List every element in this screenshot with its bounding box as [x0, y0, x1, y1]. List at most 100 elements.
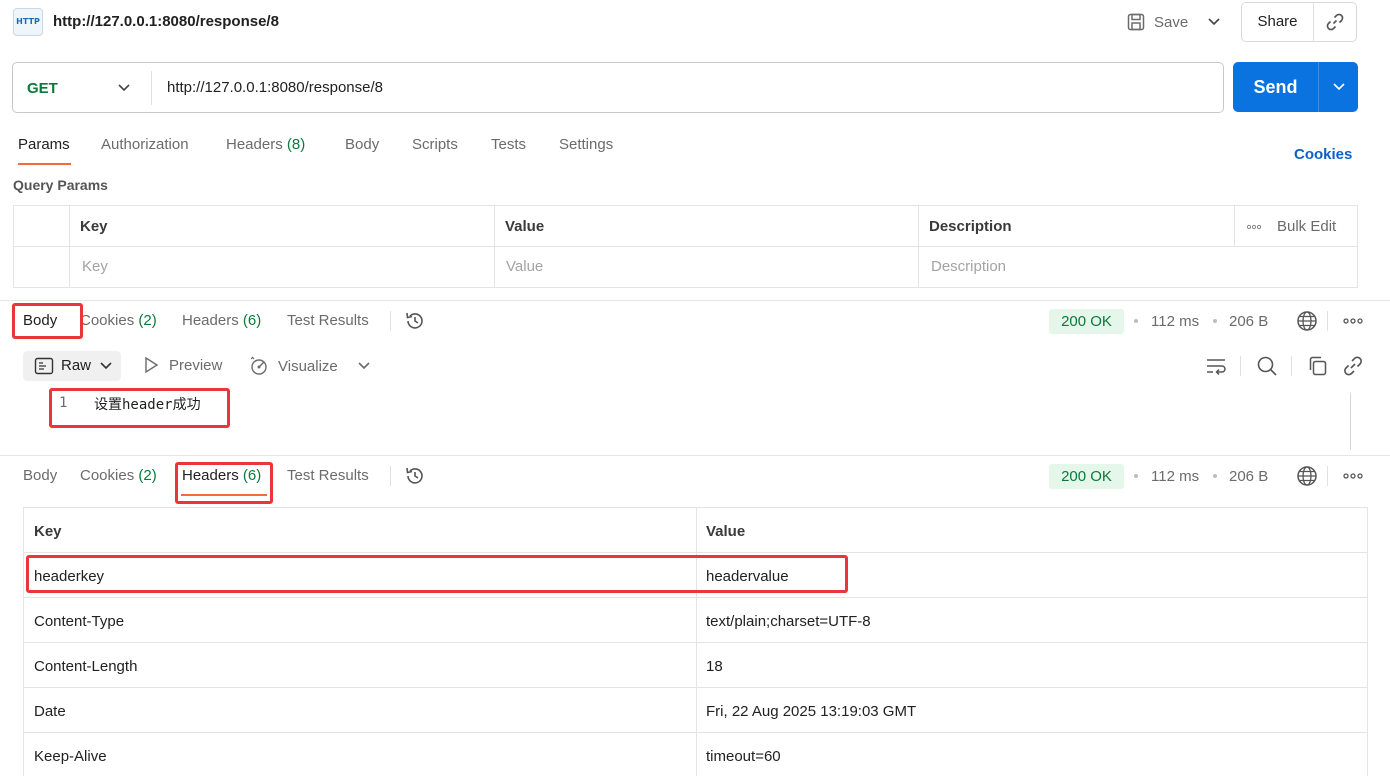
link-icon[interactable]	[1314, 3, 1356, 41]
response-tab-cookies-count: (2)	[138, 467, 157, 484]
tab-scripts[interactable]: Scripts	[412, 136, 458, 153]
chevron-down-icon[interactable]	[1319, 62, 1358, 112]
raw-icon	[34, 357, 54, 375]
cookies-link[interactable]: Cookies	[1294, 146, 1352, 163]
chevron-down-icon[interactable]	[117, 80, 131, 96]
annotation-box-header-row	[26, 555, 848, 593]
description-input[interactable]: Description	[931, 258, 1006, 275]
preview-label: Preview	[169, 356, 223, 374]
more-icon[interactable]	[1343, 473, 1363, 479]
response-tab-headers[interactable]: Headers (6)	[182, 312, 261, 329]
scrollbar[interactable]	[1350, 393, 1351, 450]
request-title[interactable]: http://127.0.0.1:8080/response/8	[53, 13, 279, 30]
response-tab-test-results[interactable]: Test Results	[287, 467, 369, 484]
column-header-key: Key	[34, 523, 62, 540]
share-group: Share	[1241, 2, 1357, 42]
table-row[interactable]: Keep-Alive timeout=60	[24, 733, 1367, 776]
separator-dot	[1134, 474, 1138, 478]
divider	[1327, 466, 1328, 486]
visualize-icon	[248, 355, 270, 377]
share-button[interactable]: Share	[1242, 3, 1314, 41]
response-headers-table: Key Value headerkey headervalue Content-…	[23, 507, 1368, 776]
response-size[interactable]: 206 B	[1229, 313, 1268, 330]
separator-dot	[1213, 474, 1217, 478]
preview-button[interactable]: Preview	[143, 356, 222, 374]
query-params-title: Query Params	[13, 177, 108, 193]
column-header-value: Value	[706, 523, 746, 540]
response-tab-cookies[interactable]: Cookies (2)	[80, 467, 157, 484]
history-icon[interactable]	[404, 465, 426, 487]
header-value: timeout=60	[706, 748, 781, 765]
divider	[390, 311, 391, 331]
response-tab-test-results[interactable]: Test Results	[287, 312, 369, 329]
divider	[0, 455, 1390, 456]
request-header-bar: HTTP http://127.0.0.1:8080/response/8 Sa…	[0, 0, 1390, 44]
visualize-button[interactable]: Visualize	[248, 355, 338, 377]
column-divider	[918, 206, 919, 287]
chevron-down-icon[interactable]	[1206, 13, 1222, 31]
column-divider	[69, 206, 70, 287]
response-time[interactable]: 112 ms	[1151, 313, 1199, 330]
method-select[interactable]: GET	[27, 80, 58, 97]
http-icon: HTTP	[13, 8, 43, 36]
send-button[interactable]: Send	[1233, 62, 1319, 112]
response-tab-cookies-label: Cookies	[80, 467, 135, 484]
separator-dot	[1213, 319, 1217, 323]
history-icon[interactable]	[404, 310, 426, 332]
link-icon[interactable]	[1342, 355, 1364, 377]
header-key: Keep-Alive	[34, 748, 107, 765]
tab-headers[interactable]: Headers (8)	[226, 136, 305, 153]
response-time[interactable]: 112 ms	[1151, 468, 1199, 485]
save-label: Save	[1154, 13, 1189, 31]
divider	[1291, 356, 1292, 376]
table-row[interactable]: Content-Type text/plain;charset=UTF-8	[24, 598, 1367, 643]
tab-settings[interactable]: Settings	[559, 136, 613, 153]
table-row[interactable]: Date Fri, 22 Aug 2025 13:19:03 GMT	[24, 688, 1367, 733]
status-badge[interactable]: 200 OK	[1049, 309, 1124, 334]
send-group: Send	[1233, 62, 1358, 112]
query-params-table: Key Value Description Bulk Edit Key Valu…	[13, 205, 1358, 288]
table-row[interactable]: Content-Length 18	[24, 643, 1367, 688]
separator-dot	[1134, 319, 1138, 323]
column-header-description: Description	[929, 218, 1012, 235]
response-tab-cookies[interactable]: Cookies (2)	[80, 312, 157, 329]
save-button[interactable]: Save	[1126, 10, 1188, 34]
chevron-down-icon	[99, 359, 113, 373]
search-icon[interactable]	[1256, 355, 1278, 377]
header-value: text/plain;charset=UTF-8	[706, 613, 871, 630]
tab-headers-label: Headers	[226, 136, 283, 153]
raw-label: Raw	[61, 357, 92, 374]
tab-body[interactable]: Body	[345, 136, 379, 153]
copy-icon[interactable]	[1307, 355, 1329, 377]
bulk-edit-button[interactable]: Bulk Edit	[1247, 218, 1336, 235]
response-size[interactable]: 206 B	[1229, 468, 1268, 485]
key-input[interactable]: Key	[82, 258, 108, 275]
url-bar: GET	[12, 62, 1224, 113]
response-tab-body[interactable]: Body	[23, 467, 57, 484]
wrap-icon[interactable]	[1204, 355, 1228, 377]
tab-params[interactable]: Params	[18, 136, 70, 153]
divider	[0, 300, 1390, 301]
header-key: Content-Length	[34, 658, 138, 675]
active-tab-indicator	[18, 163, 71, 165]
globe-icon[interactable]	[1296, 310, 1318, 332]
table-header-row: Key Value	[24, 508, 1367, 553]
status-badge[interactable]: 200 OK	[1049, 464, 1124, 489]
tab-authorization[interactable]: Authorization	[101, 136, 189, 153]
url-input[interactable]	[167, 79, 1167, 96]
response-tab-headers-label: Headers	[182, 312, 239, 329]
raw-format-select[interactable]: Raw	[23, 351, 121, 381]
globe-icon[interactable]	[1296, 465, 1318, 487]
more-icon[interactable]	[1343, 318, 1363, 324]
play-icon	[143, 356, 159, 374]
response-tab-headers-count: (6)	[242, 312, 262, 329]
tab-tests[interactable]: Tests	[491, 136, 526, 153]
tab-headers-count: (8)	[286, 136, 306, 153]
column-divider	[1234, 206, 1235, 247]
column-divider	[494, 206, 495, 287]
save-icon	[1126, 12, 1154, 32]
annotation-box-body-tab	[12, 303, 83, 339]
value-input[interactable]: Value	[506, 258, 543, 275]
chevron-down-icon[interactable]	[357, 359, 371, 373]
divider	[151, 71, 152, 105]
